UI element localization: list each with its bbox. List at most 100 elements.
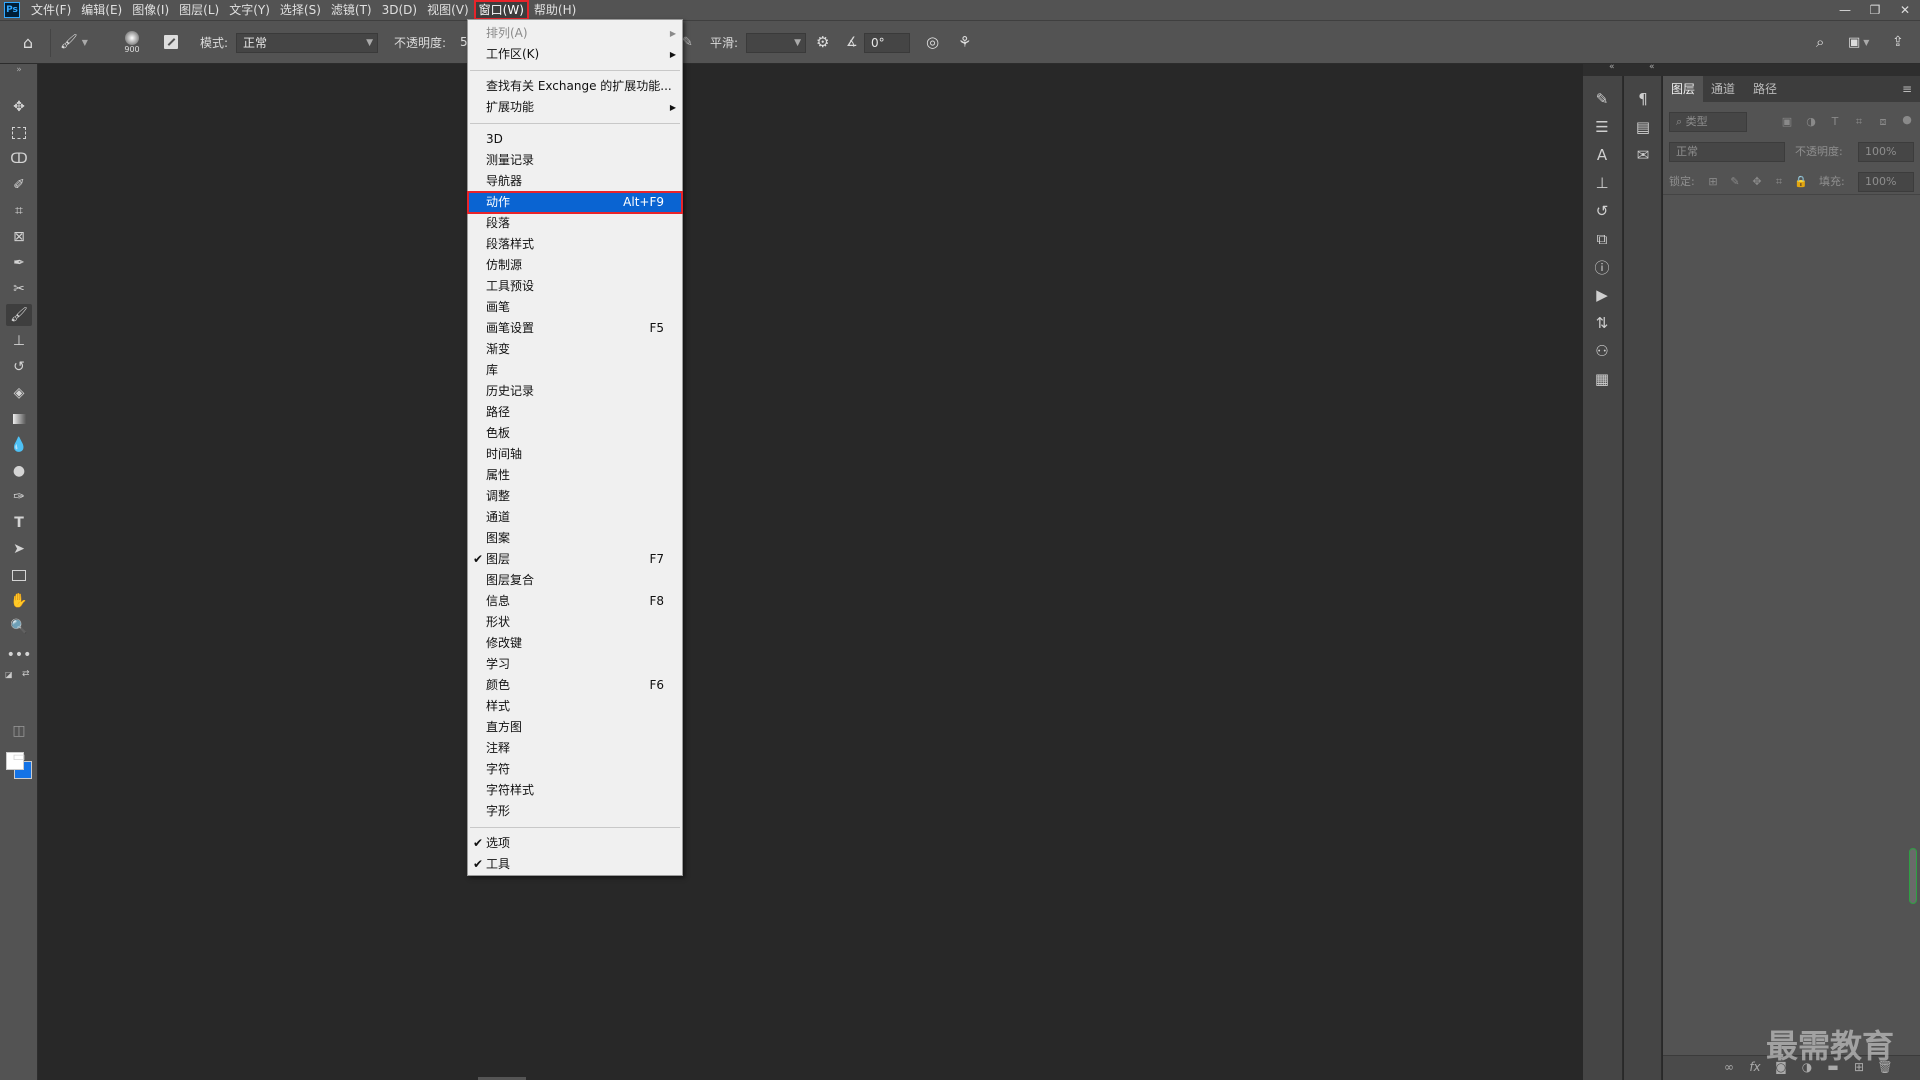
symmetry-icon[interactable]: ⚘ bbox=[958, 21, 971, 63]
actions-panel-icon[interactable]: ▶ bbox=[1583, 282, 1621, 308]
quick-mask-icon[interactable]: ◫ bbox=[6, 720, 32, 742]
lock-transparent-icon[interactable]: ⊞ bbox=[1705, 174, 1721, 190]
crop-tool-icon[interactable]: ⌗ bbox=[6, 200, 32, 222]
layers-list[interactable] bbox=[1663, 194, 1920, 1055]
3d-panel-icon[interactable]: ⚇ bbox=[1583, 338, 1621, 364]
layer-opacity-input[interactable]: 100% bbox=[1858, 142, 1914, 162]
tab-layers[interactable]: 图层 bbox=[1663, 76, 1704, 102]
window-menu-item[interactable]: 通道 bbox=[468, 507, 682, 528]
window-menu-item[interactable]: 渐变 bbox=[468, 339, 682, 360]
window-menu-item[interactable]: 属性 bbox=[468, 465, 682, 486]
window-menu-item[interactable]: 直方图 bbox=[468, 717, 682, 738]
window-menu-item[interactable]: 时间轴 bbox=[468, 444, 682, 465]
window-menu-item[interactable]: 工作区(K) ▶ bbox=[468, 44, 682, 65]
window-menu-item[interactable]: 库 bbox=[468, 360, 682, 381]
window-menu-item[interactable]: 样式 bbox=[468, 696, 682, 717]
menu-type[interactable]: 文字(Y) bbox=[224, 0, 275, 20]
path-select-tool-icon[interactable]: ➤ bbox=[6, 538, 32, 560]
lasso-tool-icon[interactable]: ↀ bbox=[6, 148, 32, 170]
window-menu-item[interactable]: 字形 bbox=[468, 801, 682, 822]
properties-panel-icon[interactable]: ▤ bbox=[1624, 114, 1662, 140]
panel-scroll-indicator[interactable] bbox=[1909, 848, 1917, 904]
stamp-tool-icon[interactable]: ⊥ bbox=[6, 330, 32, 352]
blur-tool-icon[interactable]: 💧 bbox=[6, 434, 32, 456]
window-menu-item[interactable]: 画笔设置 F5 bbox=[468, 318, 682, 339]
pen-tool-icon[interactable]: ✑ bbox=[6, 486, 32, 508]
mode-select[interactable]: 正常 ▼ bbox=[236, 33, 378, 53]
healing-tool-icon[interactable]: ✂ bbox=[6, 278, 32, 300]
table-panel-icon[interactable]: ▦ bbox=[1583, 366, 1621, 392]
window-menu-item[interactable]: 段落样式 bbox=[468, 234, 682, 255]
lock-position-icon[interactable]: ✥ bbox=[1749, 174, 1765, 190]
eyedropper-tool-icon[interactable]: ✒ bbox=[6, 252, 32, 274]
layer-style-icon[interactable]: fx bbox=[1747, 1060, 1763, 1074]
collapse-dock-icon[interactable]: « bbox=[1649, 62, 1655, 72]
window-menu-item[interactable]: 3D bbox=[468, 129, 682, 150]
eraser-tool-icon[interactable]: ◈ bbox=[6, 382, 32, 404]
window-menu-item[interactable]: 图案 bbox=[468, 528, 682, 549]
brush-preset-picker[interactable]: 🖌 ▼ bbox=[60, 21, 94, 63]
swap-colors-icon[interactable]: ⇄ bbox=[22, 669, 30, 679]
marquee-tool-icon[interactable] bbox=[6, 122, 32, 144]
window-menu-item[interactable]: 学习 bbox=[468, 654, 682, 675]
filter-pixel-icon[interactable]: ▣ bbox=[1779, 114, 1795, 130]
window-menu-item[interactable]: ✔ 工具 bbox=[468, 854, 682, 875]
panel-menu-icon[interactable]: ≡ bbox=[1902, 82, 1912, 96]
brush-settings-panel-icon[interactable]: ✎ bbox=[1583, 86, 1621, 112]
window-menu-item[interactable]: 历史记录 bbox=[468, 381, 682, 402]
blend-mode-select[interactable]: 正常 bbox=[1669, 142, 1785, 162]
workspace-icon[interactable]: ▣ ▼ bbox=[1848, 21, 1869, 63]
menu-edit[interactable]: 编辑(E) bbox=[76, 0, 127, 20]
home-icon[interactable]: ⌂ bbox=[16, 21, 40, 63]
menu-view[interactable]: 视图(V) bbox=[422, 0, 474, 20]
window-menu-item[interactable]: 字符 bbox=[468, 759, 682, 780]
lock-pixels-icon[interactable]: ✎ bbox=[1727, 174, 1743, 190]
window-menu-item[interactable]: 图层复合 bbox=[468, 570, 682, 591]
screen-mode-icon[interactable]: ▭ bbox=[6, 746, 32, 768]
expand-toolbar-icon[interactable]: » bbox=[6, 64, 32, 76]
quick-select-tool-icon[interactable]: ✐ bbox=[6, 174, 32, 196]
close-button[interactable]: ✕ bbox=[1890, 0, 1920, 20]
lock-artboard-icon[interactable]: ⌗ bbox=[1771, 174, 1787, 190]
gear-icon[interactable]: ⚙ bbox=[816, 21, 829, 63]
rectangle-tool-icon[interactable] bbox=[6, 564, 32, 586]
window-menu-item[interactable]: 注释 bbox=[468, 738, 682, 759]
link-layers-icon[interactable]: ∞ bbox=[1721, 1060, 1737, 1074]
tab-channels[interactable]: 通道 bbox=[1703, 76, 1743, 102]
brush-size-picker[interactable]: 900 bbox=[112, 21, 152, 63]
window-menu-item[interactable]: 导航器 bbox=[468, 171, 682, 192]
window-menu-item[interactable]: 调整 bbox=[468, 486, 682, 507]
window-menu-item[interactable]: 查找有关 Exchange 的扩展功能... bbox=[468, 76, 682, 97]
window-menu-item[interactable]: 工具预设 bbox=[468, 276, 682, 297]
hand-tool-icon[interactable]: ✋ bbox=[6, 590, 32, 612]
search-icon[interactable]: ⌕ bbox=[1816, 21, 1824, 63]
menu-layer[interactable]: 图层(L) bbox=[174, 0, 224, 20]
window-menu-item[interactable]: 段落 bbox=[468, 213, 682, 234]
restore-button[interactable]: ❐ bbox=[1860, 0, 1890, 20]
window-menu-item[interactable]: 动作 Alt+F9 bbox=[467, 191, 683, 214]
filter-adjustment-icon[interactable]: ◑ bbox=[1803, 114, 1819, 130]
frame-tool-icon[interactable]: ⊠ bbox=[6, 226, 32, 248]
adjustments-panel-icon[interactable]: ☰ bbox=[1583, 114, 1621, 140]
brush-panel-toggle-icon[interactable] bbox=[160, 21, 182, 63]
layer-comps-panel-icon[interactable]: ⧉ bbox=[1583, 226, 1621, 252]
window-menu-item[interactable]: 形状 bbox=[468, 612, 682, 633]
navigator-panel-icon[interactable]: ⇅ bbox=[1583, 310, 1621, 336]
window-menu-item[interactable]: 路径 bbox=[468, 402, 682, 423]
menu-3d[interactable]: 3D(D) bbox=[377, 0, 422, 20]
filter-toggle-icon[interactable]: ● bbox=[1899, 112, 1915, 128]
smoothing-input[interactable]: ▼ bbox=[746, 33, 806, 53]
notes-panel-icon[interactable]: ✉ bbox=[1624, 142, 1662, 168]
window-menu-item[interactable]: 颜色 F6 bbox=[468, 675, 682, 696]
window-menu-item[interactable]: 信息 F8 bbox=[468, 591, 682, 612]
more-tools-icon[interactable]: ••• bbox=[6, 644, 32, 666]
menu-select[interactable]: 选择(S) bbox=[275, 0, 326, 20]
menu-help[interactable]: 帮助(H) bbox=[529, 0, 581, 20]
info-panel-icon[interactable]: ⓘ bbox=[1583, 254, 1621, 280]
window-menu-item[interactable]: 修改键 bbox=[468, 633, 682, 654]
character-panel-icon[interactable]: A bbox=[1583, 142, 1621, 168]
default-colors-icon[interactable]: ◪ bbox=[5, 670, 13, 679]
history-brush-tool-icon[interactable]: ↺ bbox=[6, 356, 32, 378]
zoom-tool-icon[interactable]: 🔍 bbox=[6, 616, 32, 638]
menu-image[interactable]: 图像(I) bbox=[127, 0, 174, 20]
